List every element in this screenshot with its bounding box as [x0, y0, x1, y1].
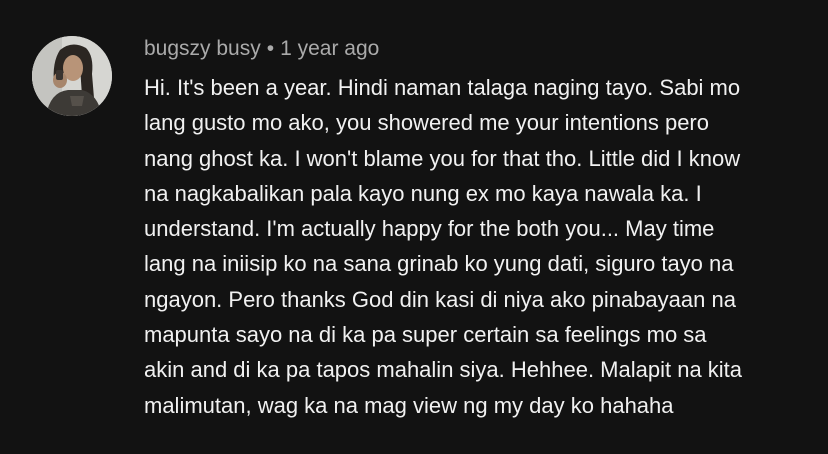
- comment-text-line: na nagkabalikan pala kayo nung ex mo kay…: [144, 180, 702, 206]
- comment-text-line: ngayon. Pero thanks God din kasi di niya…: [144, 286, 736, 312]
- comment-header: bugszy busy • 1 year ago: [144, 36, 379, 62]
- comment-timestamp[interactable]: 1 year ago: [280, 37, 379, 60]
- author-name[interactable]: bugszy busy: [144, 37, 261, 60]
- comment-text-line: Hi. It's been a year. Hindi naman talaga…: [144, 75, 741, 100]
- comment-text-line: mapunta sayo na di ka pa super certain s…: [144, 322, 707, 348]
- comment-text: Hi. It's been a year. Hindi naman talaga…: [144, 70, 808, 423]
- avatar[interactable]: [32, 36, 112, 116]
- comment-text-line: malimutan, wag ka na mag view ng my day …: [144, 392, 674, 418]
- comment-text-line: nang ghost ka. I won't blame you for tha…: [144, 145, 741, 171]
- comment-thread: bugszy busy • 1 year ago Hi. It's been a y…: [0, 0, 828, 454]
- separator-dot: •: [266, 37, 275, 60]
- comment-text-line: akin and di ka pa tapos mahalin siya. He…: [144, 357, 743, 383]
- comment-text-line: lang na iniisip ko na sana grinab ko yun…: [144, 251, 734, 277]
- comment-text-line: lang gusto mo ako, you showered me your …: [144, 110, 709, 136]
- comment-text-line: understand. I'm actually happy for the b…: [144, 216, 715, 242]
- avatar-photo-icon: [32, 36, 112, 116]
